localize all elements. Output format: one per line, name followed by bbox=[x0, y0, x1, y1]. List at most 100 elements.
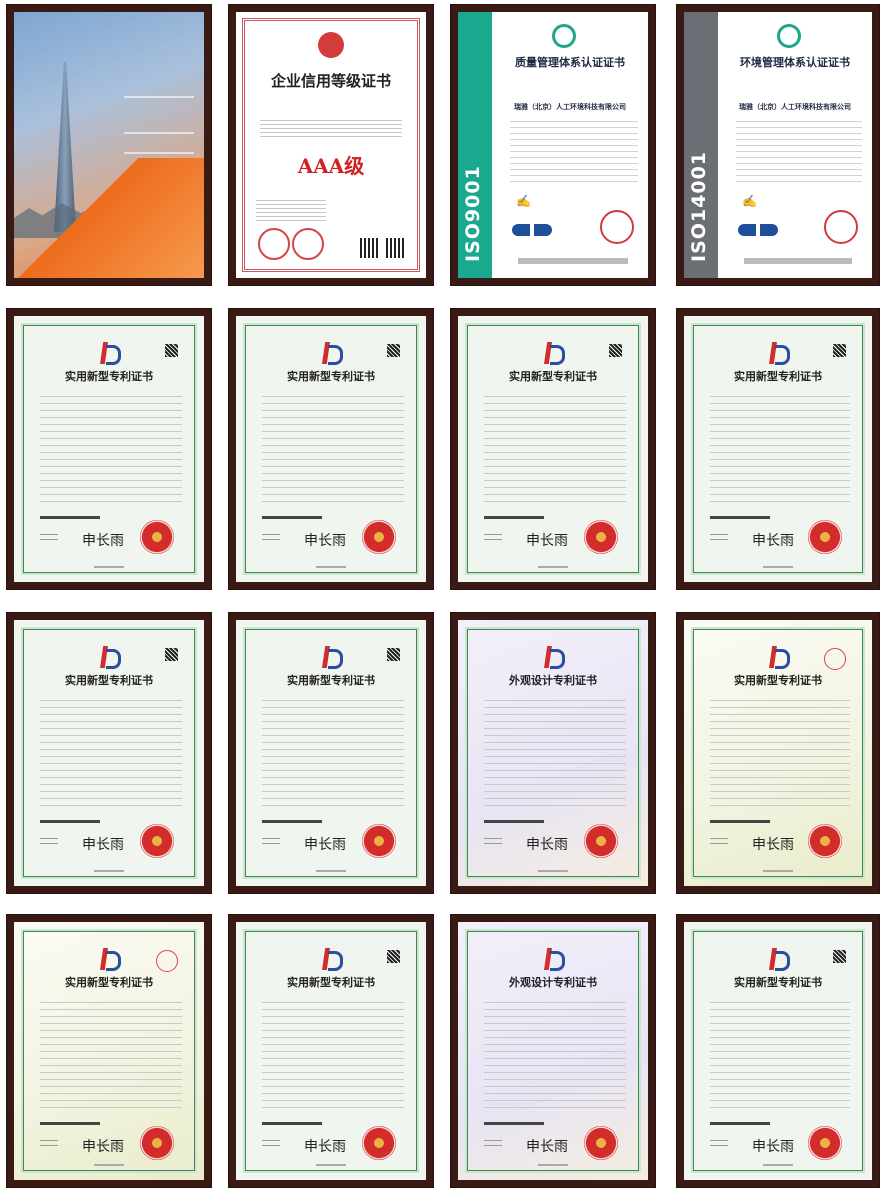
national-emblem-stamp-icon bbox=[584, 520, 618, 554]
utility-patent-certificate: 实用新型专利证书 申长雨 bbox=[236, 922, 426, 1180]
utility-patent-certificate: 实用新型专利证书 申长雨 bbox=[14, 316, 204, 582]
signature: 申长雨 bbox=[526, 533, 568, 549]
certificate-frame-patent: 实用新型专利证书 申长雨 bbox=[676, 308, 880, 590]
certificate-frame-patent: 实用新型专利证书 申长雨 bbox=[676, 914, 880, 1188]
certificate-frame-patent: 外观设计专利证书 申长雨 bbox=[450, 612, 656, 894]
iso14001-title: 环境管理体系认证证书 bbox=[740, 56, 850, 69]
signature: 申长雨 bbox=[82, 1139, 124, 1155]
signature: 申长雨 bbox=[752, 533, 794, 549]
national-emblem-stamp-icon bbox=[584, 824, 618, 858]
utility-patent-certificate: 实用新型专利证书 申长雨 bbox=[684, 316, 872, 582]
national-emblem-stamp-icon bbox=[584, 1126, 618, 1160]
qr-code-icon bbox=[833, 344, 846, 357]
qr-code-icon bbox=[165, 344, 178, 357]
patent-title: 实用新型专利证书 bbox=[734, 674, 822, 687]
stamp-icon bbox=[824, 648, 846, 670]
design-patent-certificate: 外观设计专利证书 申长雨 bbox=[458, 922, 648, 1180]
credit-grade: AAA级 bbox=[297, 154, 365, 178]
stamp-icon bbox=[824, 210, 858, 244]
certificate-frame-credit: 企业信用等级证书 AAA级 bbox=[228, 4, 434, 286]
stamp-icon bbox=[292, 228, 324, 260]
iso9001-code: ISO9001 bbox=[462, 165, 484, 262]
qr-code-icon bbox=[387, 648, 400, 661]
iso14001-company: 瑞雅（北京）人工环境科技有限公司 bbox=[739, 103, 851, 111]
utility-patent-certificate: 实用新型专利证书 申长雨 bbox=[236, 316, 426, 582]
utility-patent-certificate: 实用新型专利证书 申长雨 bbox=[458, 316, 648, 582]
certifier-logo-icon bbox=[777, 24, 801, 48]
patent-logo-icon bbox=[544, 646, 565, 669]
patent-title: 实用新型专利证书 bbox=[65, 674, 153, 687]
qr-code-icon bbox=[833, 950, 846, 963]
qr-code-icon bbox=[386, 238, 406, 258]
patent-logo-icon bbox=[544, 342, 565, 365]
iaf-logo-icon bbox=[512, 224, 552, 236]
certificate-frame-patent: 实用新型专利证书 申长雨 bbox=[450, 308, 656, 590]
qr-code-icon bbox=[387, 344, 400, 357]
signature: 申长雨 bbox=[304, 533, 346, 549]
patent-title: 实用新型专利证书 bbox=[287, 370, 375, 383]
patent-logo-icon bbox=[544, 948, 565, 971]
design-patent-certificate: 外观设计专利证书 申长雨 bbox=[458, 620, 648, 886]
utility-patent-certificate: 实用新型专利证书 申长雨 bbox=[684, 620, 872, 886]
certifier-logo-icon bbox=[552, 24, 576, 48]
patent-logo-icon bbox=[322, 342, 343, 365]
stamp-icon bbox=[600, 210, 634, 244]
iso9001-company: 瑞雅（北京）人工环境科技有限公司 bbox=[514, 103, 626, 111]
national-emblem-stamp-icon bbox=[140, 824, 174, 858]
utility-patent-certificate: 实用新型专利证书 申长雨 bbox=[684, 922, 872, 1180]
iaf-logo-icon bbox=[738, 224, 778, 236]
patent-title: 实用新型专利证书 bbox=[65, 370, 153, 383]
credit-title: 企业信用等级证书 bbox=[270, 72, 391, 90]
certificate-frame-patent: 实用新型专利证书 申长雨 bbox=[228, 612, 434, 894]
credit-certificate: 企业信用等级证书 AAA级 bbox=[236, 12, 426, 278]
patent-title: 外观设计专利证书 bbox=[509, 674, 597, 687]
qr-code-icon bbox=[360, 238, 380, 258]
patent-logo-icon bbox=[769, 948, 790, 971]
signature-image: ✍ bbox=[742, 194, 757, 208]
signature: 申长雨 bbox=[82, 533, 124, 549]
qr-code-icon bbox=[165, 648, 178, 661]
patent-logo-icon bbox=[100, 342, 121, 365]
national-emblem-stamp-icon bbox=[362, 1126, 396, 1160]
stamp-icon bbox=[258, 228, 290, 260]
certificate-frame-brochure bbox=[6, 4, 212, 286]
national-emblem-stamp-icon bbox=[140, 1126, 174, 1160]
orange-banner bbox=[14, 158, 204, 278]
qr-code-icon bbox=[387, 950, 400, 963]
utility-patent-certificate: 实用新型专利证书 申长雨 bbox=[14, 620, 204, 886]
signature: 申长雨 bbox=[304, 1139, 346, 1155]
patent-title: 实用新型专利证书 bbox=[734, 370, 822, 383]
patent-logo-icon bbox=[769, 646, 790, 669]
signature: 申长雨 bbox=[304, 837, 346, 853]
iso14001-certificate: ISO14001 环境管理体系认证证书 瑞雅（北京）人工环境科技有限公司 ✍ bbox=[684, 12, 872, 278]
patent-logo-icon bbox=[322, 948, 343, 971]
patent-title: 实用新型专利证书 bbox=[287, 674, 375, 687]
patent-logo-icon bbox=[100, 948, 121, 971]
patent-title: 实用新型专利证书 bbox=[287, 976, 375, 989]
utility-patent-certificate: 实用新型专利证书 申长雨 bbox=[236, 620, 426, 886]
certificate-frame-patent: 实用新型专利证书 申长雨 bbox=[6, 308, 212, 590]
patent-logo-icon bbox=[100, 646, 121, 669]
utility-patent-certificate: 实用新型专利证书 申长雨 bbox=[14, 922, 204, 1180]
signature: 申长雨 bbox=[82, 837, 124, 853]
iso9001-title: 质量管理体系认证证书 bbox=[515, 56, 625, 69]
national-emblem-stamp-icon bbox=[362, 520, 396, 554]
certificate-frame-patent: 实用新型专利证书 申长雨 bbox=[6, 914, 212, 1188]
patent-title: 实用新型专利证书 bbox=[65, 976, 153, 989]
signature: 申长雨 bbox=[752, 837, 794, 853]
credit-emblem bbox=[318, 32, 344, 58]
certificate-frame-patent: 实用新型专利证书 申长雨 bbox=[676, 612, 880, 894]
certificate-frame-patent: 实用新型专利证书 申长雨 bbox=[228, 914, 434, 1188]
certificate-frame-patent: 实用新型专利证书 申长雨 bbox=[228, 308, 434, 590]
qr-code-icon bbox=[609, 344, 622, 357]
iso14001-code: ISO14001 bbox=[688, 151, 710, 262]
patent-title: 实用新型专利证书 bbox=[509, 370, 597, 383]
signature: 申长雨 bbox=[752, 1139, 794, 1155]
national-emblem-stamp-icon bbox=[808, 520, 842, 554]
signature-image: ✍ bbox=[516, 194, 531, 208]
national-emblem-stamp-icon bbox=[808, 1126, 842, 1160]
signature: 申长雨 bbox=[526, 1139, 568, 1155]
patent-title: 外观设计专利证书 bbox=[509, 976, 597, 989]
signature: 申长雨 bbox=[526, 837, 568, 853]
certificate-frame-patent: 实用新型专利证书 申长雨 bbox=[6, 612, 212, 894]
